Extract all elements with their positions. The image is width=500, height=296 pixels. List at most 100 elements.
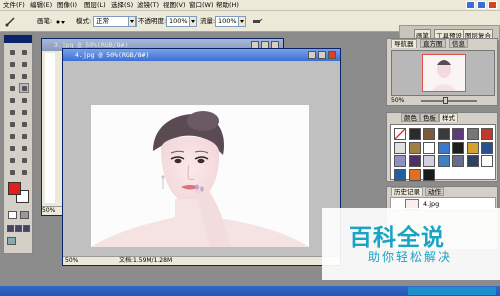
navigator-preview[interactable] [391, 50, 495, 96]
menu-select[interactable]: 选择(S) [111, 1, 133, 10]
tab-styles[interactable]: 样式 [439, 113, 458, 122]
menu-layer[interactable]: 图层(L) [84, 1, 106, 10]
menu-edit[interactable]: 编辑(E) [30, 1, 52, 10]
opacity-label: 不透明度: [138, 17, 167, 25]
doc4-maximize-button[interactable] [318, 51, 326, 59]
tab-navigator[interactable]: 导航器 [391, 39, 417, 48]
blur-icon[interactable] [7, 119, 17, 129]
dodge-icon[interactable] [19, 119, 29, 129]
flow-field[interactable]: 100% [215, 16, 239, 27]
mode-label: 模式: [76, 17, 92, 25]
watermark-logo: 百科全说 [349, 225, 445, 251]
move-icon[interactable] [19, 47, 29, 57]
watermark: 百科全说 助你轻松解决 [322, 208, 500, 280]
document-4-title[interactable]: 4.jpg @ 50%(RGB/8#) [63, 49, 340, 61]
navigator-zoom-slider[interactable] [421, 100, 477, 102]
healing-icon[interactable] [7, 83, 17, 93]
style-swatch[interactable] [394, 141, 406, 154]
eyedropper-icon[interactable] [19, 155, 29, 165]
opacity-field[interactable]: 100% [166, 16, 190, 27]
tab-info[interactable]: 信息 [449, 39, 468, 48]
style-swatch[interactable] [423, 141, 435, 154]
gradient-icon[interactable] [19, 107, 29, 117]
opacity-slider-arrow[interactable] [189, 16, 197, 27]
style-swatch[interactable] [423, 168, 435, 181]
style-swatch[interactable] [481, 141, 493, 154]
style-swatch[interactable] [408, 168, 421, 181]
screen-mode-1-icon[interactable] [7, 225, 14, 232]
style-swatch[interactable] [437, 141, 450, 154]
document-window-4[interactable]: 4.jpg @ 50%(RGB/8#) 50% 文档:1.59M/1.28M [62, 48, 341, 266]
style-swatch[interactable] [408, 141, 421, 154]
style-swatch[interactable] [437, 128, 450, 140]
style-swatch[interactable] [394, 128, 406, 140]
notes-icon[interactable] [7, 155, 17, 165]
toolbox-header[interactable] [4, 35, 32, 43]
style-swatch[interactable] [423, 128, 435, 140]
tab-swatches[interactable]: 色板 [420, 113, 439, 122]
style-swatch[interactable] [452, 128, 464, 140]
close-button[interactable] [488, 1, 497, 9]
style-swatch[interactable] [466, 128, 479, 140]
screen-mode-3-icon[interactable] [23, 225, 30, 232]
tab-actions[interactable]: 动作 [425, 187, 444, 196]
shape-icon[interactable] [19, 143, 29, 153]
tab-color[interactable]: 颜色 [401, 113, 420, 122]
style-swatch[interactable] [481, 128, 493, 140]
zoom-icon[interactable] [19, 167, 29, 177]
brush-tool-icon[interactable] [19, 83, 29, 93]
style-swatch[interactable] [466, 155, 479, 167]
style-swatch[interactable] [481, 155, 493, 167]
style-swatch[interactable] [423, 155, 435, 167]
maximize-button[interactable] [477, 1, 486, 9]
tab-history[interactable]: 历史记录 [391, 187, 423, 196]
style-swatch[interactable] [452, 155, 464, 167]
stamp-icon[interactable] [7, 95, 17, 105]
quick-mask-icon[interactable] [20, 211, 29, 219]
navigator-viewbox[interactable] [422, 54, 466, 92]
screen-mode-2-icon[interactable] [15, 225, 22, 232]
tab-histogram[interactable]: 直方图 [420, 39, 446, 48]
brush-preset-picker[interactable] [55, 18, 65, 26]
portrait-photo [91, 105, 309, 247]
magic-wand-icon[interactable] [19, 59, 29, 69]
lasso-icon[interactable] [7, 59, 17, 69]
flow-slider-arrow[interactable] [238, 16, 246, 27]
doc4-minimize-button[interactable] [308, 51, 316, 59]
flow-label: 流量: [200, 17, 216, 25]
doc3-zoom: 50% [42, 207, 56, 214]
history-brush-icon[interactable] [19, 95, 29, 105]
eraser-icon[interactable] [7, 107, 17, 117]
minimize-button[interactable] [466, 1, 475, 9]
crop-icon[interactable] [7, 71, 17, 81]
slice-icon[interactable] [19, 71, 29, 81]
standard-mode-icon[interactable] [8, 211, 17, 219]
foreground-color-swatch[interactable] [8, 182, 21, 195]
style-swatch[interactable] [394, 155, 406, 167]
airbrush-icon[interactable] [252, 16, 263, 27]
image-ready-icon[interactable] [7, 237, 16, 245]
style-swatch[interactable] [408, 155, 421, 167]
style-swatch[interactable] [394, 168, 406, 181]
style-swatch[interactable] [452, 141, 464, 154]
menu-window[interactable]: 窗口(W) [189, 1, 214, 10]
menu-image[interactable]: 图像(I) [57, 1, 77, 10]
menu-file[interactable]: 文件(F) [3, 1, 25, 10]
styles-grid[interactable] [390, 124, 496, 181]
menu-help[interactable]: 帮助(H) [216, 1, 239, 10]
pen-icon[interactable] [7, 143, 17, 153]
navigator-slider-thumb[interactable] [443, 97, 448, 104]
path-select-icon[interactable] [7, 131, 17, 141]
menu-view[interactable]: 视图(V) [163, 1, 186, 10]
style-swatch[interactable] [437, 155, 450, 167]
type-icon[interactable] [19, 131, 29, 141]
tool-box [3, 34, 33, 254]
hand-icon[interactable] [7, 167, 17, 177]
style-swatch[interactable] [408, 128, 421, 140]
menu-filter[interactable]: 滤镜(T) [137, 1, 159, 10]
chevron-down-icon[interactable] [128, 16, 136, 27]
doc4-close-button[interactable] [328, 51, 336, 59]
style-swatch[interactable] [466, 141, 479, 154]
brush-icon[interactable] [4, 16, 16, 27]
marquee-icon[interactable] [7, 47, 17, 57]
